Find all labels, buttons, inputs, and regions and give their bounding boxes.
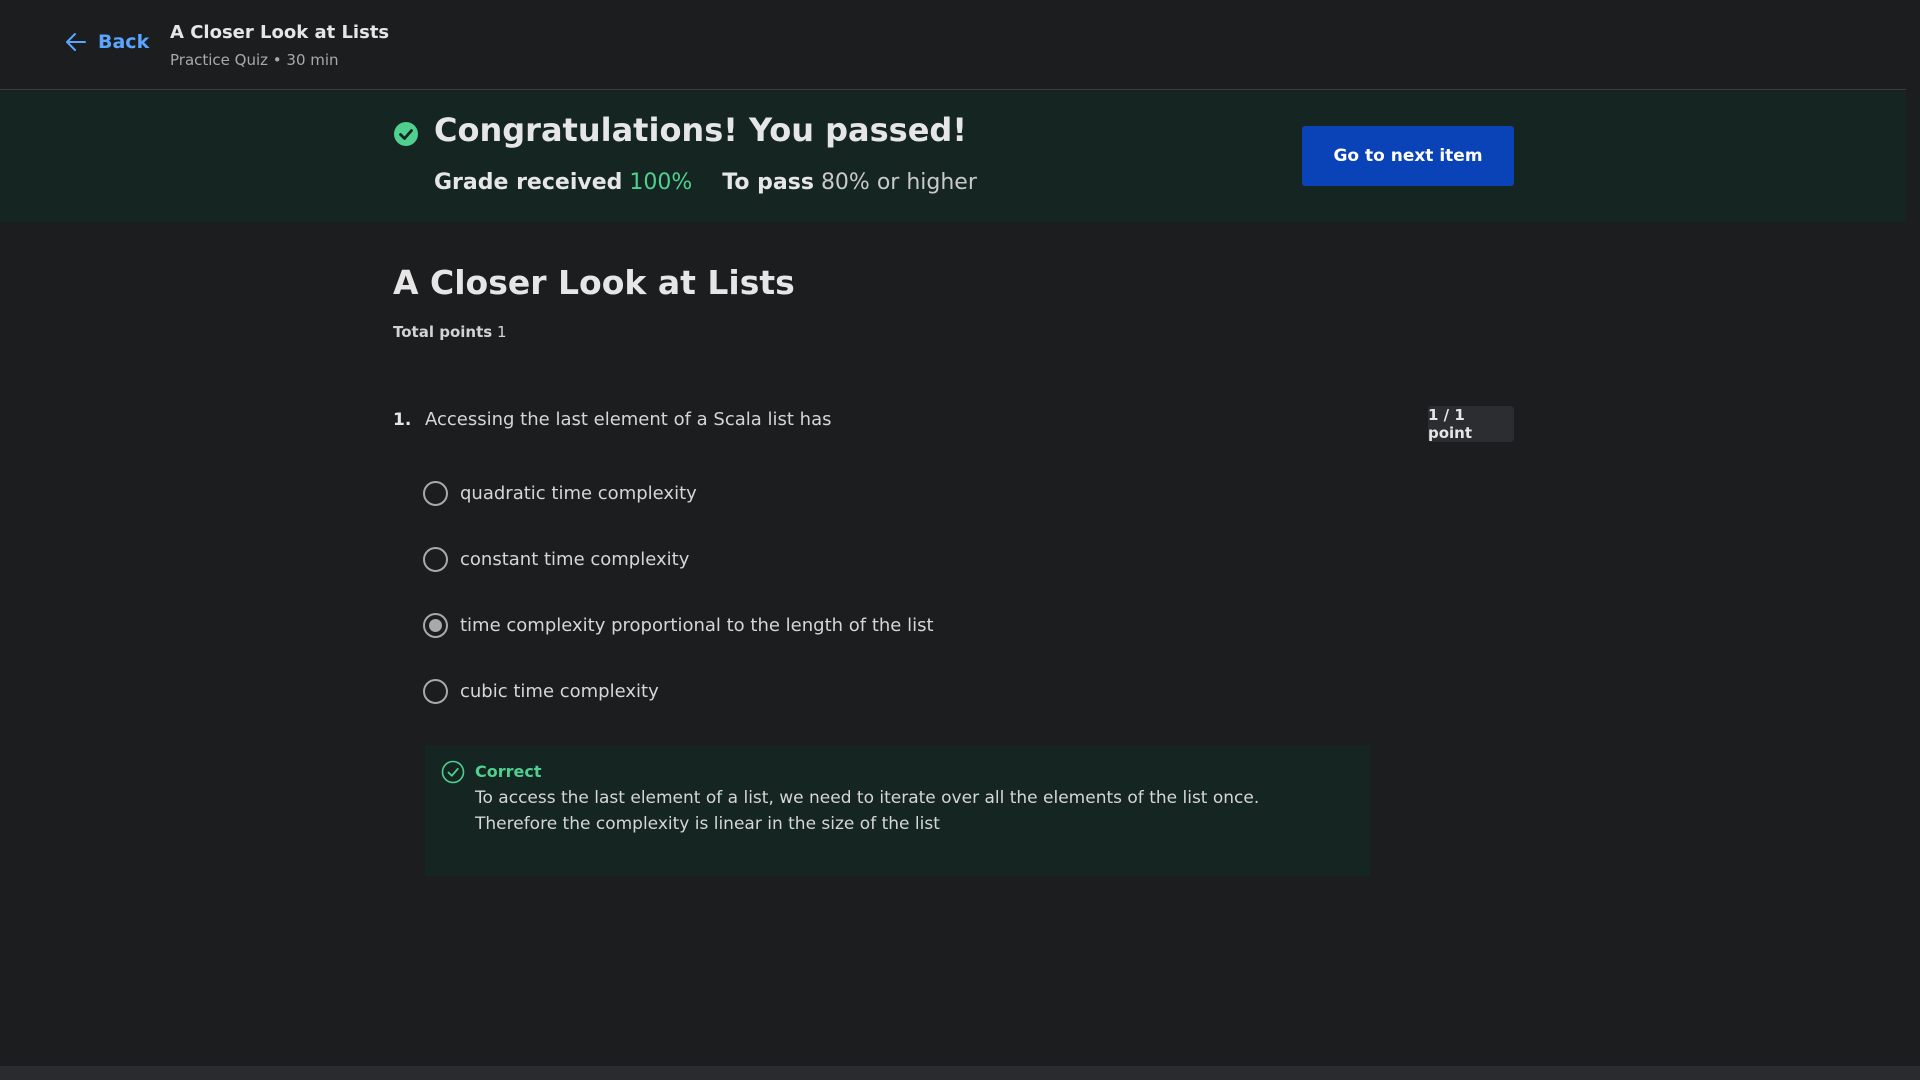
answer-option-label: cubic time complexity [460, 680, 659, 702]
grade-received-value: 100% [629, 170, 693, 195]
question-points-badge: 1 / 1 point [1428, 406, 1514, 442]
grade-summary: Grade received 100% To pass 80% or highe… [434, 170, 977, 195]
answer-option[interactable]: constant time complexity [423, 544, 689, 574]
pass-banner: Congratulations! You passed! Grade recei… [0, 91, 1906, 222]
to-pass-value: 80% or higher [820, 170, 977, 195]
pass-title: Congratulations! You passed! [434, 111, 967, 149]
radio-button[interactable] [423, 480, 448, 506]
question-text: Accessing the last element of a Scala li… [425, 409, 832, 430]
radio-button[interactable] [423, 546, 448, 572]
top-header: Back A Closer Look at Lists Practice Qui… [0, 0, 1920, 90]
feedback-status: Correct [475, 762, 542, 781]
grade-received-label: Grade received [434, 170, 623, 195]
answer-option[interactable]: time complexity proportional to the leng… [423, 610, 934, 640]
to-pass-label: To pass [722, 170, 814, 195]
feedback-text: To access the last element of a list, we… [475, 788, 1260, 834]
item-subtitle: Practice Quiz • 30 min [170, 51, 339, 69]
scrollbar[interactable] [1906, 0, 1920, 1080]
question-number: 1. [393, 410, 412, 430]
answer-option[interactable]: quadratic time complexity [423, 478, 697, 508]
item-title: A Closer Look at Lists [170, 22, 390, 43]
radio-button[interactable] [423, 678, 448, 704]
answer-feedback: Correct To access the last element of a … [425, 745, 1370, 876]
quiz-heading: A Closer Look at Lists [393, 263, 795, 302]
answer-option[interactable]: cubic time complexity [423, 676, 659, 706]
total-points: Total points 1 [393, 323, 507, 341]
back-link[interactable]: Back [64, 30, 149, 54]
answer-option-label: quadratic time complexity [460, 482, 697, 504]
check-circle-outline-icon [441, 760, 465, 784]
back-label: Back [98, 31, 150, 53]
go-to-next-item-button[interactable]: Go to next item [1302, 126, 1514, 186]
check-circle-icon [394, 122, 418, 146]
answer-option-label: time complexity proportional to the leng… [460, 614, 934, 636]
total-points-value: 1 [496, 323, 507, 341]
arrow-left-icon [66, 33, 86, 51]
total-points-label: Total points [393, 323, 493, 341]
answer-option-label: constant time complexity [460, 548, 690, 570]
bottom-strip [0, 1066, 1920, 1080]
radio-button[interactable] [423, 612, 448, 638]
